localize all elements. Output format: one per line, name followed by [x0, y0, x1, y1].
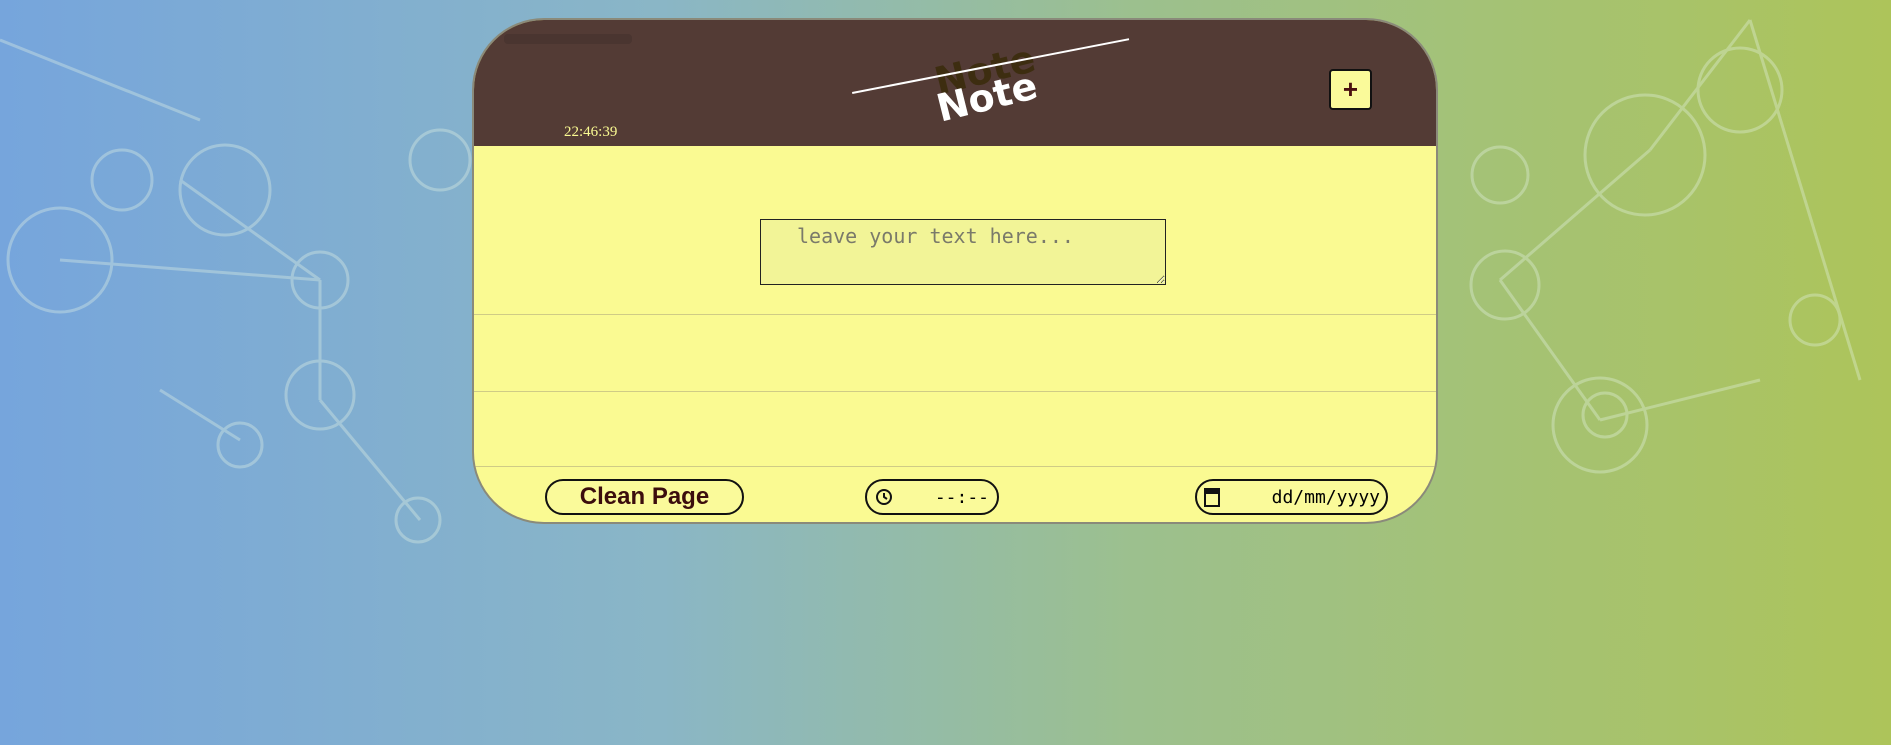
date-input[interactable]: dd/mm/yyyy: [1195, 479, 1388, 515]
clock-icon: [876, 489, 892, 505]
header-tab: [504, 34, 632, 44]
paper-line: [474, 466, 1436, 467]
current-time: 22:46:39: [564, 124, 618, 140]
add-note-button[interactable]: +: [1329, 69, 1372, 110]
note-textarea[interactable]: [760, 219, 1166, 285]
time-input[interactable]: --:--: [865, 479, 999, 515]
time-placeholder: --:--: [934, 486, 989, 508]
date-placeholder: dd/mm/yyyy: [1271, 486, 1380, 508]
clean-page-button[interactable]: Clean Page: [545, 479, 744, 515]
note-card: 22:46:39 Note Note + Clean Page --:-- dd…: [474, 20, 1436, 522]
paper-line: [474, 314, 1436, 315]
paper-line: [474, 391, 1436, 392]
note-header: 22:46:39 Note Note +: [474, 20, 1436, 146]
calendar-icon: [1204, 488, 1220, 507]
plus-icon: +: [1342, 74, 1359, 104]
